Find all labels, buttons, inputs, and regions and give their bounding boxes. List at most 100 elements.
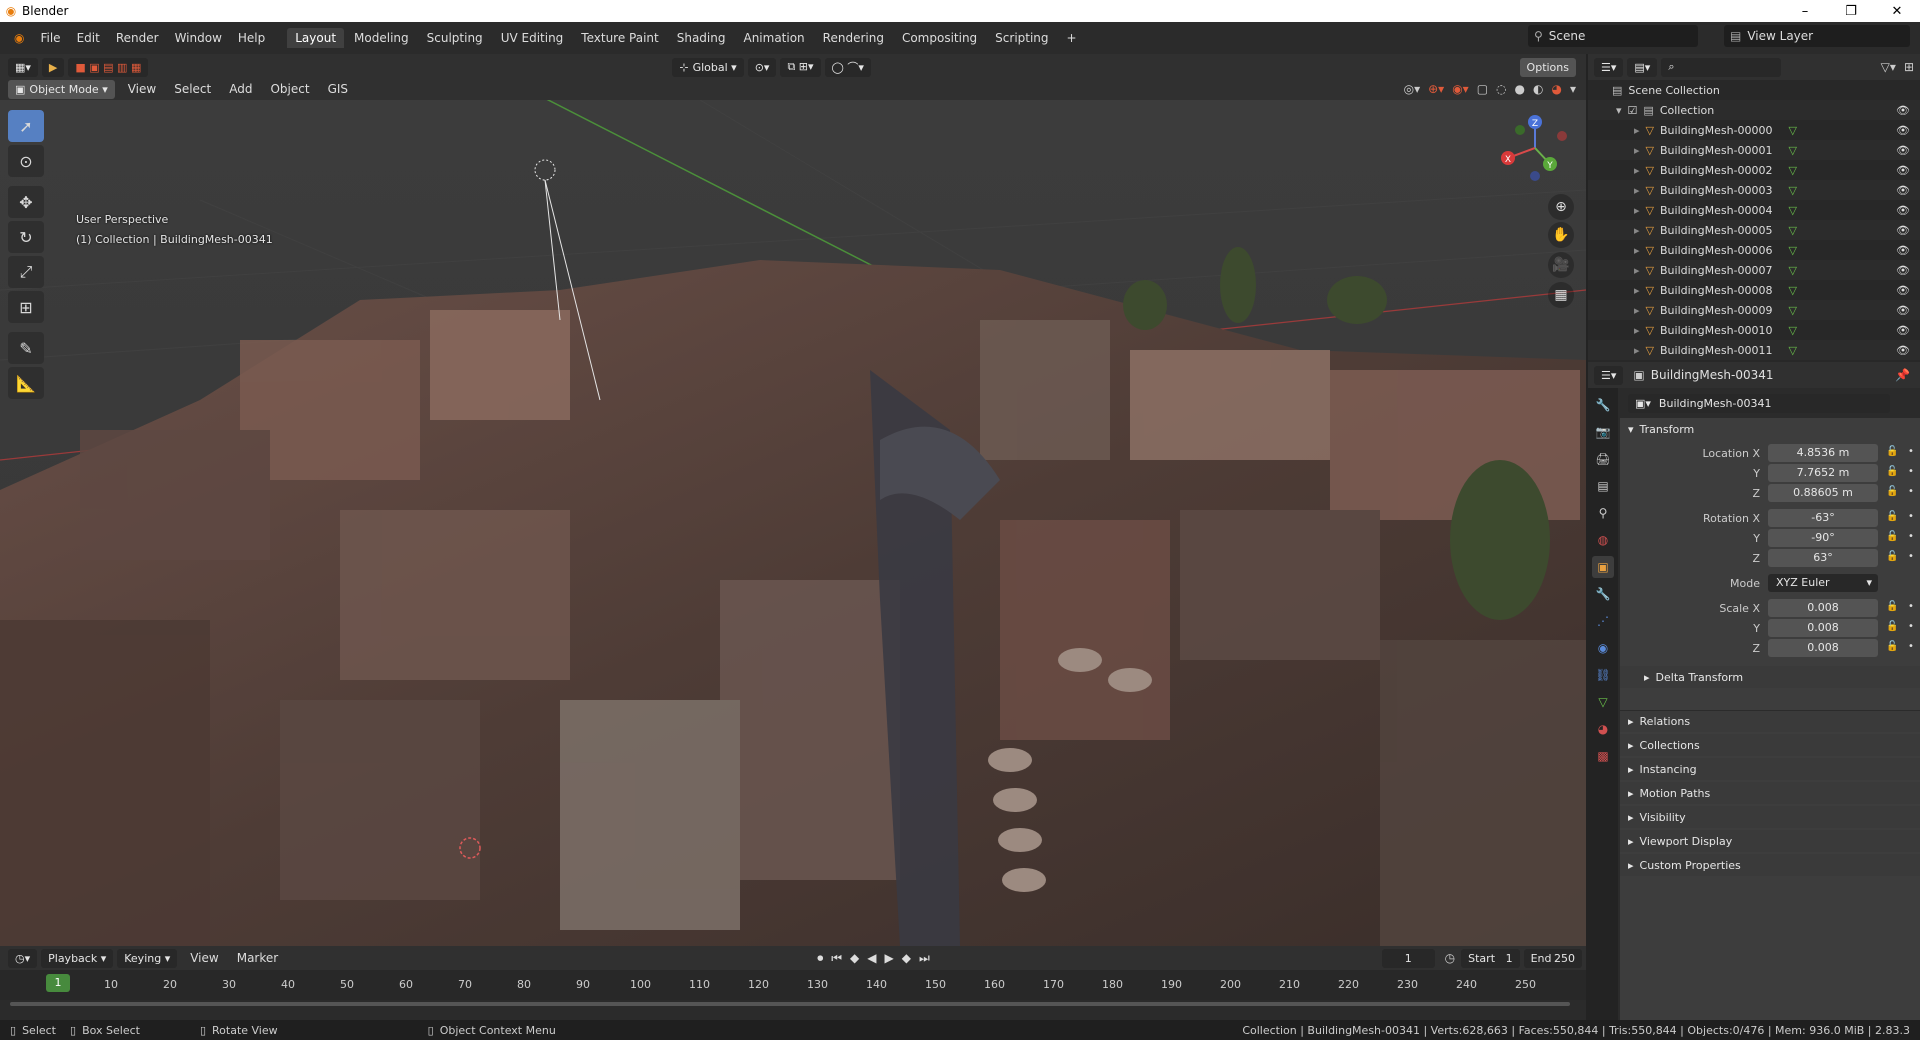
list-item[interactable]: ▸ ▽ BuildingMesh-00004 ▽ 👁 [1588,200,1920,220]
keyframe-dot-icon[interactable]: • [1908,466,1914,477]
section-collections[interactable]: ▸ Collections [1620,734,1920,756]
expand-icon[interactable]: ▸ [1634,304,1640,317]
move-tool-icon[interactable]: ✥ [8,186,44,218]
list-item[interactable]: ▸ ▽ BuildingMesh-00000 ▽ 👁 [1588,120,1920,140]
keyframe-dot-icon[interactable]: • [1908,446,1914,457]
menu-file[interactable]: File [32,31,68,45]
keyframe-dot-icon[interactable]: • [1908,641,1914,652]
keying-menu[interactable]: Keying ▾ [117,948,178,968]
close-button[interactable]: ✕ [1874,4,1920,19]
transform-panel-header[interactable]: ▾ Transform [1620,418,1920,440]
menu-help[interactable]: Help [230,31,273,45]
viewport-menu-object[interactable]: Object [261,82,318,96]
ortho-grid-icon[interactable]: ▦ [1548,282,1574,308]
pan-hand-icon[interactable]: ✋ [1548,222,1574,248]
lock-icon[interactable]: 🔓 [1886,621,1898,632]
select-box-modes[interactable]: ■ ▣ ▤ ▥ ▦ [68,57,149,77]
list-item[interactable]: ▸ ▽ BuildingMesh-00003 ▽ 👁 [1588,180,1920,200]
visibility-icon[interactable]: ◎▾ [1404,82,1421,96]
blender-menu-icon[interactable]: ◉ [6,31,32,45]
expand-icon[interactable]: ▸ [1634,324,1640,337]
eye-icon[interactable]: 👁 [1896,284,1910,297]
pivot-icon[interactable]: ⊙▾ [747,57,777,77]
object-name-field[interactable]: ▣▾ BuildingMesh-00341 [1628,393,1890,413]
menu-window[interactable]: Window [167,31,230,45]
scale-tool-icon[interactable]: ⤢ [8,256,44,288]
object-tab-icon[interactable]: ▣ [1592,556,1614,578]
keyframe-dot-icon[interactable]: • [1908,486,1914,497]
expand-icon[interactable]: ▸ [1634,204,1640,217]
tab-shading[interactable]: Shading [669,28,734,48]
expand-icon[interactable]: ▸ [1634,124,1640,137]
eye-icon[interactable]: 👁 [1896,204,1910,217]
list-item[interactable]: ▸ ▽ BuildingMesh-00005 ▽ 👁 [1588,220,1920,240]
rotate-tool-icon[interactable]: ↻ [8,221,44,253]
expand-collection-icon[interactable]: ▾ [1616,104,1622,117]
scene-selector[interactable]: ⚲ Scene [1528,25,1698,47]
current-frame-field[interactable]: 1 [1381,948,1435,968]
section-motion-paths[interactable]: ▸ Motion Paths [1620,782,1920,804]
eye-icon[interactable]: 👁 [1896,344,1910,357]
snap-icon[interactable]: ⧉ ⊞▾ [780,57,821,77]
next-keyframe-icon[interactable]: ◆ [902,951,911,966]
material-shading-icon[interactable]: ◐ [1533,82,1543,96]
expand-icon[interactable]: ▸ [1634,224,1640,237]
world-tab-icon[interactable]: ◍ [1592,529,1614,551]
section-relations[interactable]: ▸ Relations [1620,710,1920,732]
constraints-tab-icon[interactable]: ⛓ [1592,664,1614,686]
menu-edit[interactable]: Edit [69,31,108,45]
wireframe-shading-icon[interactable]: ◌ [1496,82,1506,96]
select-mode-button[interactable]: ▶ [41,57,65,77]
list-item[interactable]: ▸ ▽ BuildingMesh-00006 ▽ 👁 [1588,240,1920,260]
eye-icon[interactable]: 👁 [1896,304,1910,317]
rotation-mode-dropdown[interactable]: XYZ Euler ▾ [1768,574,1878,592]
shading-options-icon[interactable]: ▾ [1570,82,1576,96]
viewport-menu-view[interactable]: View [119,82,165,96]
transform-tool-icon[interactable]: ⊞ [8,291,44,323]
transform-orientation-dropdown[interactable]: ⊹ Global ▾ [672,57,744,77]
restore-button[interactable]: ❐ [1828,4,1874,19]
keyframe-dot-icon[interactable]: • [1908,601,1914,612]
overlay-toggle-icon[interactable]: ◉▾ [1452,82,1469,96]
lock-icon[interactable]: 🔓 [1886,641,1898,652]
xray-icon[interactable]: ▢ [1477,82,1488,96]
view-layer-tab-icon[interactable]: ▤ [1592,475,1614,497]
expand-icon[interactable]: ▸ [1634,244,1640,257]
list-item[interactable]: ▸ ▽ BuildingMesh-00001 ▽ 👁 [1588,140,1920,160]
section-custom-properties[interactable]: ▸ Custom Properties [1620,854,1920,876]
menu-render[interactable]: Render [108,31,167,45]
lock-icon[interactable]: 🔓 [1886,486,1898,497]
lock-icon[interactable]: 🔓 [1886,466,1898,477]
rotation-y-field[interactable]: -90° [1768,529,1878,547]
prev-keyframe-icon[interactable]: ◆ [850,951,859,966]
properties-editor-type-icon[interactable]: ☰▾ [1594,365,1624,385]
scale-z-field[interactable]: 0.008 [1768,639,1878,657]
list-item[interactable]: ▸ ▽ BuildingMesh-00009 ▽ 👁 [1588,300,1920,320]
timeline-menu-marker[interactable]: Marker [228,951,287,965]
list-item[interactable]: ▸ ▽ BuildingMesh-00007 ▽ 👁 [1588,260,1920,280]
editor-type-icon[interactable]: ▦▾ [8,57,38,77]
delta-transform-subpanel[interactable]: ▸ Delta Transform [1620,666,1920,688]
select-tool-icon[interactable]: ➚ [8,110,44,142]
eye-icon[interactable]: 👁 [1896,324,1910,337]
eye-icon[interactable]: 👁 [1896,104,1910,117]
rendered-shading-icon[interactable]: ◕ [1551,82,1561,96]
physics-tab-icon[interactable]: ◉ [1592,637,1614,659]
eye-icon[interactable]: 👁 [1896,244,1910,257]
scale-y-field[interactable]: 0.008 [1768,619,1878,637]
section-visibility[interactable]: ▸ Visibility [1620,806,1920,828]
3d-viewport[interactable]: Z X Y User Perspective (1) Collection | … [0,100,1586,946]
location-x-field[interactable]: 4.8536 m [1768,444,1878,462]
expand-icon[interactable]: ▸ [1634,164,1640,177]
frame-clock-icon[interactable]: ◷ [1445,951,1455,965]
tab-compositing[interactable]: Compositing [894,28,985,48]
eye-icon[interactable]: 👁 [1896,184,1910,197]
eye-icon[interactable]: 👁 [1896,164,1910,177]
solid-shading-icon[interactable]: ● [1515,82,1525,96]
location-y-field[interactable]: 7.7652 m [1768,464,1878,482]
scale-x-field[interactable]: 0.008 [1768,599,1878,617]
viewport-menu-add[interactable]: Add [220,82,261,96]
jump-end-icon[interactable]: ⏭ [919,951,930,966]
texture-tab-icon[interactable]: ▩ [1592,745,1614,767]
play-reverse-icon[interactable]: ◀ [867,951,876,966]
